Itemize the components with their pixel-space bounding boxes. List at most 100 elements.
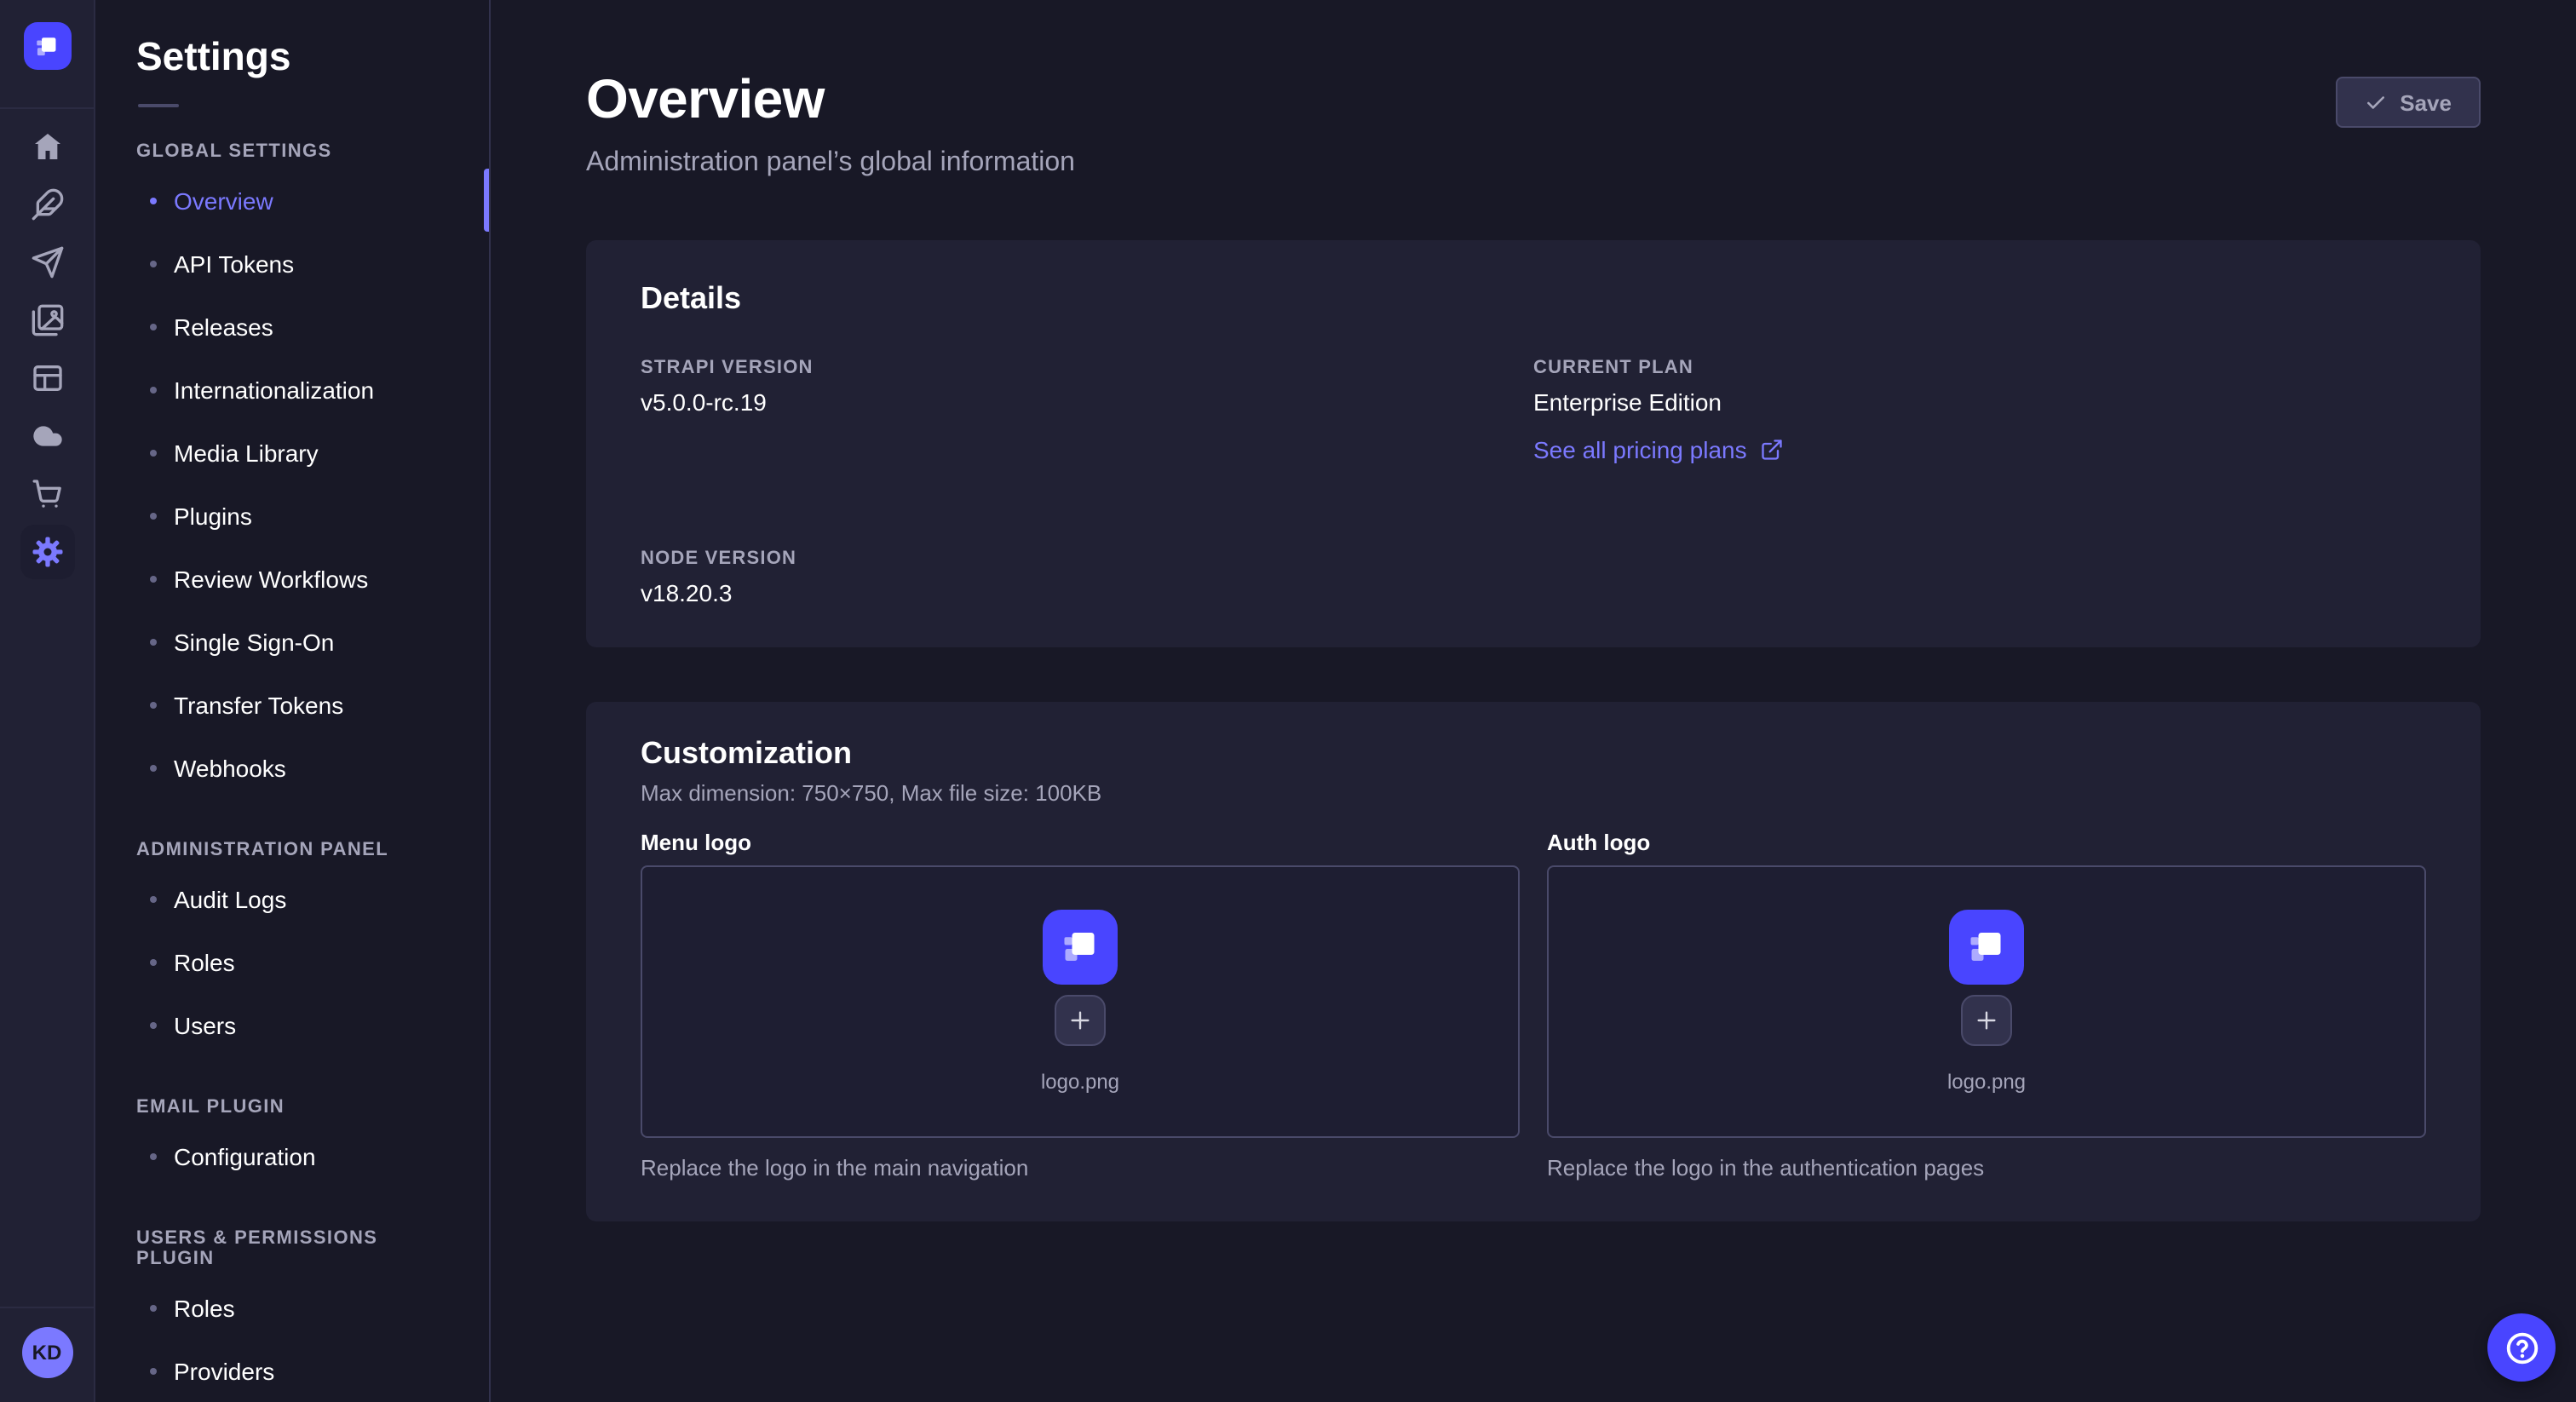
section-list-email-plugin: Configuration <box>95 1124 489 1187</box>
auth-logo-dropzone: logo.png <box>1547 865 2426 1138</box>
sidebar-item-up-roles[interactable]: Roles <box>150 1276 489 1339</box>
sidebar-item-admin-roles[interactable]: Roles <box>150 930 489 993</box>
bullet-icon <box>150 1021 157 1028</box>
page-header: Overview Administration panel’s global i… <box>586 0 2481 179</box>
rail-item-deploy[interactable] <box>20 235 74 290</box>
sidebar-item-api-tokens[interactable]: API Tokens <box>150 232 489 295</box>
sidebar-item-internationalization[interactable]: Internationalization <box>150 358 489 421</box>
bullet-icon <box>150 575 157 582</box>
sidebar-item-plugins[interactable]: Plugins <box>150 484 489 547</box>
bullet-icon <box>150 323 157 330</box>
rail-item-content-manager[interactable] <box>20 177 74 232</box>
bullet-icon <box>150 1304 157 1311</box>
sidebar-item-label: Audit Logs <box>174 885 286 912</box>
bullet-icon <box>150 1152 157 1159</box>
sidebar-item-single-sign-on[interactable]: Single Sign-On <box>150 610 489 673</box>
rail-item-cloud[interactable] <box>20 409 74 463</box>
auth-logo-preview <box>1949 910 2024 985</box>
bullet-icon <box>150 449 157 456</box>
cloud-icon <box>30 419 64 453</box>
bullet-icon <box>150 764 157 771</box>
menu-logo-block: Menu logo logo.png <box>641 830 1520 1181</box>
current-plan-field: CURRENT PLAN Enterprise Edition See all … <box>1533 358 2426 467</box>
auth-logo-add-button[interactable] <box>1961 995 2012 1046</box>
field-label: NODE VERSION <box>641 549 1533 569</box>
menu-logo-dropzone: logo.png <box>641 865 1520 1138</box>
auth-logo-filename: logo.png <box>1947 1070 2026 1094</box>
section-list-administration-panel: Audit Logs Roles Users <box>95 867 489 1056</box>
section-list-users-permissions-plugin: Roles Providers <box>95 1276 489 1402</box>
sidebar-item-label: Transfer Tokens <box>174 691 343 718</box>
auth-logo-label: Auth logo <box>1547 830 2426 855</box>
bullet-icon <box>150 260 157 267</box>
sidebar-item-label: Users <box>174 1011 236 1038</box>
bullet-icon <box>150 386 157 393</box>
field-value: v5.0.0-rc.19 <box>641 388 1533 416</box>
rail-bottom-divider <box>0 1307 95 1308</box>
sidebar-item-admin-users[interactable]: Users <box>150 993 489 1056</box>
page-subtitle: Administration panel’s global informatio… <box>586 148 2481 179</box>
sidebar-item-email-configuration[interactable]: Configuration <box>150 1124 489 1187</box>
sidebar-item-label: API Tokens <box>174 250 294 277</box>
section-label-global-settings: GLOBAL SETTINGS <box>136 141 448 162</box>
rail-item-settings[interactable] <box>20 525 74 579</box>
menu-logo-add-button[interactable] <box>1055 995 1106 1046</box>
auth-logo-block: Auth logo logo.png <box>1547 830 2426 1181</box>
sidebar-item-label: Single Sign-On <box>174 628 334 655</box>
customization-card-subtitle: Max dimension: 750×750, Max file size: 1… <box>641 780 2426 806</box>
save-button-label: Save <box>2400 89 2452 115</box>
sidebar-item-label: Providers <box>174 1357 274 1384</box>
rail-item-content-type-builder[interactable] <box>20 351 74 405</box>
sidebar-item-label: Webhooks <box>174 754 286 781</box>
sidebar-item-transfer-tokens[interactable]: Transfer Tokens <box>150 673 489 736</box>
section-label-administration-panel: ADMINISTRATION PANEL <box>136 840 448 860</box>
rail-icon-list <box>20 119 74 579</box>
rail-item-media-library[interactable] <box>20 293 74 348</box>
user-avatar[interactable]: KD <box>21 1327 72 1378</box>
rail-item-home[interactable] <box>20 119 74 174</box>
marketplace-cart-icon <box>30 477 64 511</box>
menu-logo-label: Menu logo <box>641 830 1520 855</box>
bullet-icon <box>150 512 157 519</box>
customization-card: Customization Max dimension: 750×750, Ma… <box>586 702 2481 1221</box>
sidebar-item-label: Internationalization <box>174 376 374 403</box>
pricing-plans-link[interactable]: See all pricing plans <box>1533 436 1785 463</box>
strapi-logo-icon <box>1961 922 2012 973</box>
menu-logo-hint: Replace the logo in the main navigation <box>641 1155 1520 1181</box>
subnav-title: Settings <box>136 34 448 80</box>
bullet-icon <box>150 197 157 204</box>
sidebar-item-up-providers[interactable]: Providers <box>150 1339 489 1402</box>
sidebar-item-webhooks[interactable]: Webhooks <box>150 736 489 799</box>
rail-item-workspace[interactable] <box>23 22 71 70</box>
sidebar-item-review-workflows[interactable]: Review Workflows <box>150 547 489 610</box>
check-icon <box>2364 91 2386 113</box>
help-button[interactable] <box>2487 1313 2556 1382</box>
field-label: CURRENT PLAN <box>1533 358 2426 378</box>
main-nav-rail: KD <box>0 0 95 1402</box>
feather-icon <box>30 187 64 221</box>
section-label-users-permissions-plugin: USERS & PERMISSIONS PLUGIN <box>136 1228 448 1269</box>
customization-card-title: Customization <box>641 736 2426 772</box>
sidebar-item-media-library[interactable]: Media Library <box>150 421 489 484</box>
layout-icon <box>30 361 64 395</box>
rail-item-marketplace[interactable] <box>20 467 74 521</box>
sidebar-item-label: Roles <box>174 948 235 975</box>
rail-divider <box>0 107 95 109</box>
details-grid: STRAPI VERSION v5.0.0-rc.19 CURRENT PLAN… <box>641 358 2426 606</box>
sidebar-item-label: Releases <box>174 313 273 340</box>
sidebar-item-audit-logs[interactable]: Audit Logs <box>150 867 489 930</box>
auth-logo-hint: Replace the logo in the authentication p… <box>1547 1155 2426 1181</box>
sidebar-item-label: Configuration <box>174 1142 316 1169</box>
section-label-email-plugin: EMAIL PLUGIN <box>136 1097 448 1118</box>
sidebar-item-releases[interactable]: Releases <box>150 295 489 358</box>
field-label: STRAPI VERSION <box>641 358 1533 378</box>
save-button[interactable]: Save <box>2335 77 2481 128</box>
sidebar-item-overview[interactable]: Overview <box>150 169 489 232</box>
page-title: Overview <box>586 68 2481 131</box>
strapi-admin-app: KD Settings GLOBAL SETTINGS Overview API… <box>0 0 2576 1402</box>
settings-gear-icon <box>30 535 64 569</box>
section-list-global-settings: Overview API Tokens Releases Internation… <box>95 169 489 799</box>
field-value: Enterprise Edition <box>1533 388 2426 416</box>
strapi-logo-icon <box>31 30 63 62</box>
menu-logo-filename: logo.png <box>1041 1070 1119 1094</box>
